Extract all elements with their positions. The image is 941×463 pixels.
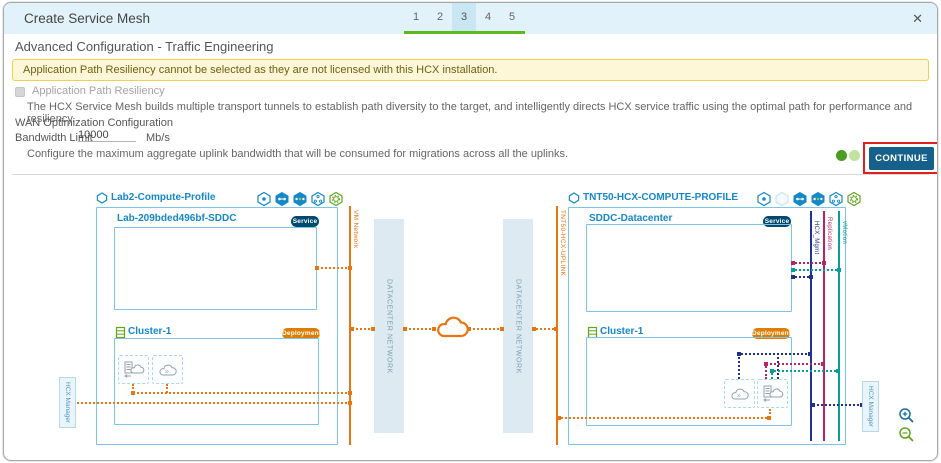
bandwidth-description: Configure the maximum aggregate uplink b… xyxy=(27,148,569,160)
wan-opt-service-icon xyxy=(275,191,289,207)
source-service-badge: Service xyxy=(291,216,319,227)
target-profile-name: TNT50-HCX-COMPUTE-PROFILE xyxy=(583,192,738,203)
wizard-step-3[interactable]: 3 xyxy=(452,3,476,31)
resiliency-label: Application Path Resiliency xyxy=(32,85,165,97)
source-appliance-uplink-connector xyxy=(131,391,352,395)
source-datacenter-network-label: DATACENTER NETWORK xyxy=(385,278,393,374)
network-ext-service-icon xyxy=(811,191,825,207)
target-wo-mgmt-stub xyxy=(738,353,740,379)
target-sddc-vmotion-connector xyxy=(791,268,841,272)
wizard-step-4[interactable]: 4 xyxy=(476,3,500,31)
target-datacenter-network-bar: DATACENTER NETWORK xyxy=(503,219,533,433)
network-ext-service-icon xyxy=(293,191,307,207)
server-cloud-icon xyxy=(123,361,144,378)
internet-cloud-icon xyxy=(437,316,469,338)
interconnect-service-icon xyxy=(757,191,771,207)
target-uplink-connector xyxy=(557,416,771,420)
wizard-steps: 1 2 3 4 5 xyxy=(404,3,524,31)
close-icon[interactable]: ✕ xyxy=(912,3,923,34)
bandwidth-unit-label: Mb/s xyxy=(146,132,170,144)
ready-service-icon xyxy=(329,191,343,207)
source-sddc-uplink-connector xyxy=(315,266,352,270)
target-replication-network-label: Replication xyxy=(826,217,832,250)
source-service-icons xyxy=(256,191,344,207)
source-vm-network-line xyxy=(349,206,351,445)
wizard-progress-bar xyxy=(404,31,525,34)
target-hcx-manager: HCX Manager xyxy=(862,381,879,432)
target-sddc-box xyxy=(586,224,792,312)
wan-opt-service-icon xyxy=(793,191,807,207)
resiliency-checkbox[interactable] xyxy=(15,87,25,97)
target-service-icons xyxy=(756,191,862,207)
disabled-service-icon xyxy=(775,191,789,207)
target-appliance-ix xyxy=(757,379,788,408)
target-hcx-manager-label: HCX Manager xyxy=(867,385,874,428)
source-manager-connector xyxy=(72,401,352,405)
vmnet-to-dc-connector xyxy=(350,327,375,331)
page-title: Advanced Configuration - Traffic Enginee… xyxy=(15,39,274,54)
target-cluster-name: Cluster-1 xyxy=(600,326,644,337)
source-sddc-name: Lab-209bded496bf-SDDC xyxy=(117,213,237,224)
target-datacenter-network-label: DATACENTER NETWORK xyxy=(514,278,522,374)
target-sddc-name: SDDC-Datacenter xyxy=(589,213,673,224)
target-ix-mgmt-stub xyxy=(777,353,779,379)
source-profile-name: Lab2-Compute-Profile xyxy=(111,192,216,203)
target-vmotion-connector xyxy=(770,369,840,373)
mobility-service-icon xyxy=(311,191,325,207)
source-hcx-manager-label: HCX Manager xyxy=(64,381,71,424)
warning-banner: Application Path Resiliency cannot be se… xyxy=(12,59,929,81)
target-replication-connector xyxy=(764,362,825,366)
target-uplink-line xyxy=(556,206,558,445)
target-vmotion-network-label: vMotion xyxy=(841,221,847,245)
source-appliance-ix xyxy=(118,355,149,384)
zoom-out-icon[interactable] xyxy=(898,426,915,443)
wan-section-title: WAN Optimization Configuration xyxy=(15,117,173,129)
source-hcx-manager: HCX Manager xyxy=(59,377,76,428)
source-appliance-wo: » xyxy=(152,355,183,384)
dialog-title: Create Service Mesh xyxy=(24,11,151,26)
wizard-step-2[interactable]: 2 xyxy=(428,3,452,31)
target-uplink-label: TNT50-HCX-UPLINK xyxy=(559,210,566,277)
source-datacenter-network-bar: DATACENTER NETWORK xyxy=(374,219,404,433)
cloud-accelerate-icon: » xyxy=(159,364,177,376)
dc-to-uplink-connector xyxy=(532,327,558,331)
cloud-accelerate-icon: » xyxy=(731,388,749,400)
wizard-step-1[interactable]: 1 xyxy=(404,3,428,31)
dc-to-cloud-connector-left xyxy=(403,327,436,331)
source-vm-network-label: VM Network xyxy=(352,210,359,249)
continue-button[interactable]: CONTINUE xyxy=(869,147,934,170)
wizard-step-5[interactable]: 5 xyxy=(500,3,524,31)
source-sddc-box xyxy=(114,227,317,310)
target-sddc-mgmt-connector xyxy=(791,275,813,279)
dialog-header: Create Service Mesh 1 2 3 4 5 ✕ xyxy=(4,3,937,34)
section-divider xyxy=(12,174,929,175)
ready-service-icon xyxy=(847,191,861,207)
target-replication-network-line xyxy=(823,211,825,441)
zoom-in-icon[interactable] xyxy=(898,407,915,424)
create-service-mesh-dialog: Create Service Mesh 1 2 3 4 5 ✕ Advanced… xyxy=(3,2,938,461)
target-appliance-wo: » xyxy=(724,379,755,408)
target-sddc-replication-connector xyxy=(791,261,826,265)
svg-text:»: » xyxy=(165,369,169,376)
target-mgmt-connector xyxy=(737,352,812,356)
target-profile-hexagon-icon xyxy=(568,192,580,204)
server-cloud-icon xyxy=(762,385,783,402)
interconnect-service-icon xyxy=(257,191,271,207)
target-vmotion-network-line xyxy=(838,211,840,441)
bandwidth-limit-input[interactable] xyxy=(78,129,136,142)
status-dot-inactive xyxy=(849,150,860,161)
cloud-to-dc-connector-right xyxy=(467,327,504,331)
target-mgmt-network-label: HCX_Mgmt xyxy=(813,221,819,255)
target-manager-connector xyxy=(811,403,864,407)
svg-text:»: » xyxy=(737,393,741,400)
mobility-service-icon xyxy=(829,191,843,207)
source-cluster-name: Cluster-1 xyxy=(128,326,172,337)
status-dot-active xyxy=(836,150,847,161)
source-profile-hexagon-icon xyxy=(96,192,108,204)
